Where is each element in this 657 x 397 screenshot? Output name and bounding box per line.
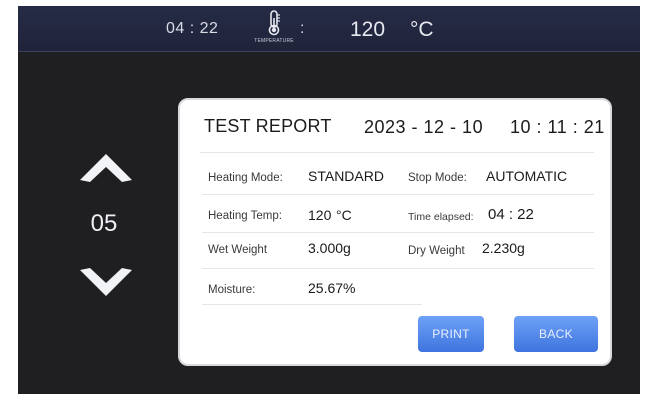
back-button[interactable]: BACK [514,316,598,352]
header-separator: : [300,20,305,37]
temperature-caption: TEMPERATURE [254,38,294,44]
divider [202,268,594,269]
report-title: TEST REPORT [204,116,332,136]
divider [202,304,422,305]
stop-mode-label: Stop Mode: [408,172,467,184]
wet-weight-value: 3.000g [308,240,351,256]
chevron-down-icon [80,268,132,296]
moisture-label: Moisture: [208,284,256,296]
dry-weight-label: Dry Weight [408,245,465,257]
heating-mode-value: STANDARD [308,168,384,184]
page-number: 05 [90,210,118,237]
heating-temp-value: 120 [308,207,332,223]
divider [200,152,594,153]
dry-weight-value: 2.230g [482,240,525,256]
moisture-value: 25.67% [308,280,356,296]
status-bar: 04 : 22 TEMPERATURE : 120 °C [18,6,640,52]
divider [202,194,594,195]
report-date: 2023 - 12 - 10 [364,117,484,137]
heating-temp-label: Heating Temp: [208,210,282,222]
divider [202,232,594,233]
test-report-card: TEST REPORT 2023 - 12 - 10 10 : 11 : 21 … [178,98,612,366]
page-down-button[interactable] [78,266,134,298]
clock-display: 04 : 22 [166,20,219,37]
report-time: 10 : 11 : 21 [510,117,605,137]
screen: 04 : 22 TEMPERATURE : 120 °C 05 TEST REP… [0,0,657,397]
device-frame: 04 : 22 TEMPERATURE : 120 °C 05 TEST REP… [18,6,640,394]
current-temperature: 120 [350,18,386,41]
stop-mode-value: AUTOMATIC [486,168,568,184]
chevron-up-icon [80,154,132,182]
print-button[interactable]: PRINT [418,316,484,352]
heating-temp-unit: °C [336,207,352,223]
wet-weight-label: Wet Weight [208,244,268,256]
temperature-unit: °C [410,18,434,41]
thermometer-icon [266,10,282,36]
heating-mode-label: Heating Mode: [208,172,283,184]
page-up-button[interactable] [78,152,134,184]
time-elapsed-value: 04 : 22 [488,206,534,223]
time-elapsed-label: Time elapsed: [408,211,474,223]
